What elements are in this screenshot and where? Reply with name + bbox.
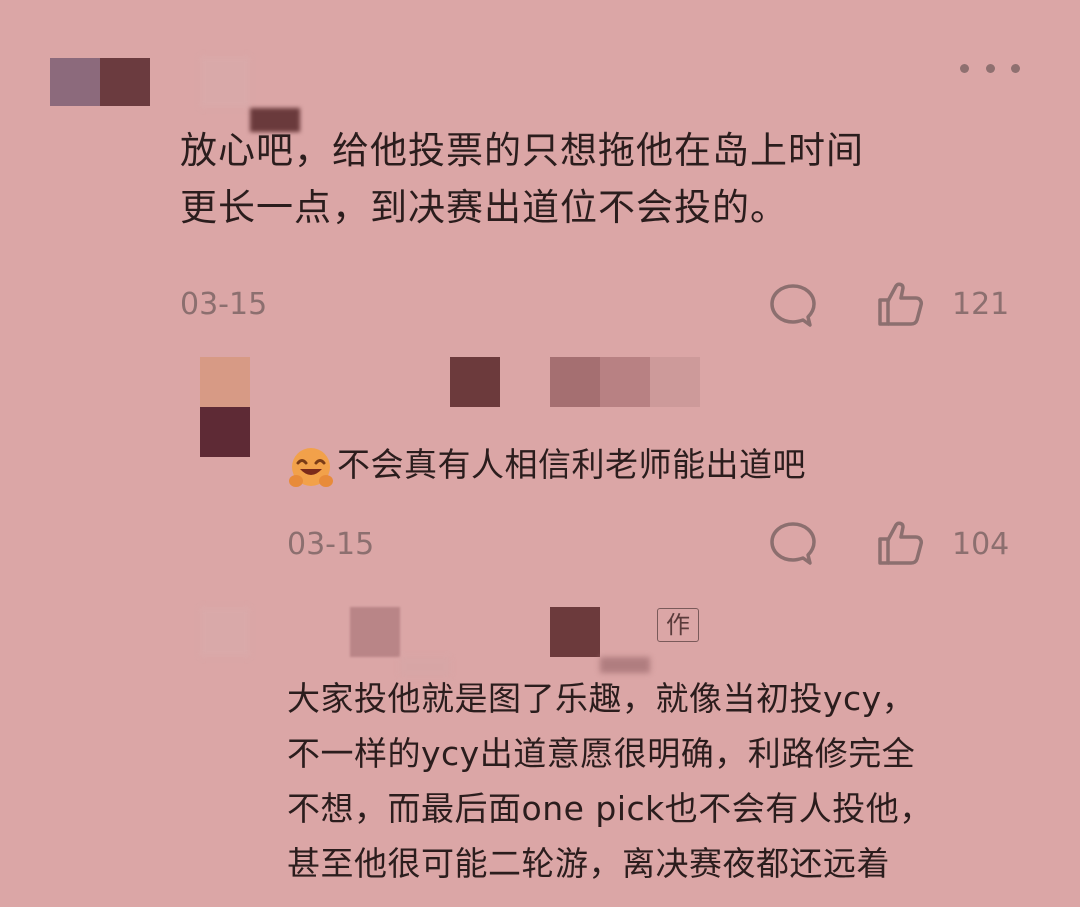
reply2-name-fragment: 作 bbox=[657, 608, 699, 642]
comment-like-count: 121 bbox=[952, 287, 1010, 322]
more-dots-icon[interactable] bbox=[960, 58, 1020, 78]
comment-like-button[interactable] bbox=[874, 278, 926, 330]
laughing-face-emoji bbox=[287, 445, 335, 491]
reply-text: 不会真有人相信利老师能出道吧 bbox=[337, 445, 806, 484]
reply2-text: 大家投他就是图了乐趣，就像当初投ycy， 不一样的ycy出道意愿很明确，利路修完… bbox=[287, 679, 933, 883]
speech-bubble-icon bbox=[770, 284, 816, 327]
reply-like-count: 104 bbox=[952, 527, 1010, 562]
comment-text: 放心吧，给他投票的只想拖他在岛上时间 更长一点，到决赛出道位不会投的。 bbox=[180, 129, 864, 229]
reply-like-button[interactable] bbox=[874, 517, 926, 569]
comment-reply-button[interactable] bbox=[768, 282, 818, 330]
comment-date: 03-15 bbox=[180, 287, 268, 322]
speech-bubble-icon bbox=[770, 522, 816, 565]
thumbs-up-icon bbox=[878, 282, 923, 326]
reply-comment-button[interactable] bbox=[768, 520, 818, 568]
thumbs-up-icon bbox=[878, 521, 923, 565]
reply-date: 03-15 bbox=[287, 527, 375, 562]
